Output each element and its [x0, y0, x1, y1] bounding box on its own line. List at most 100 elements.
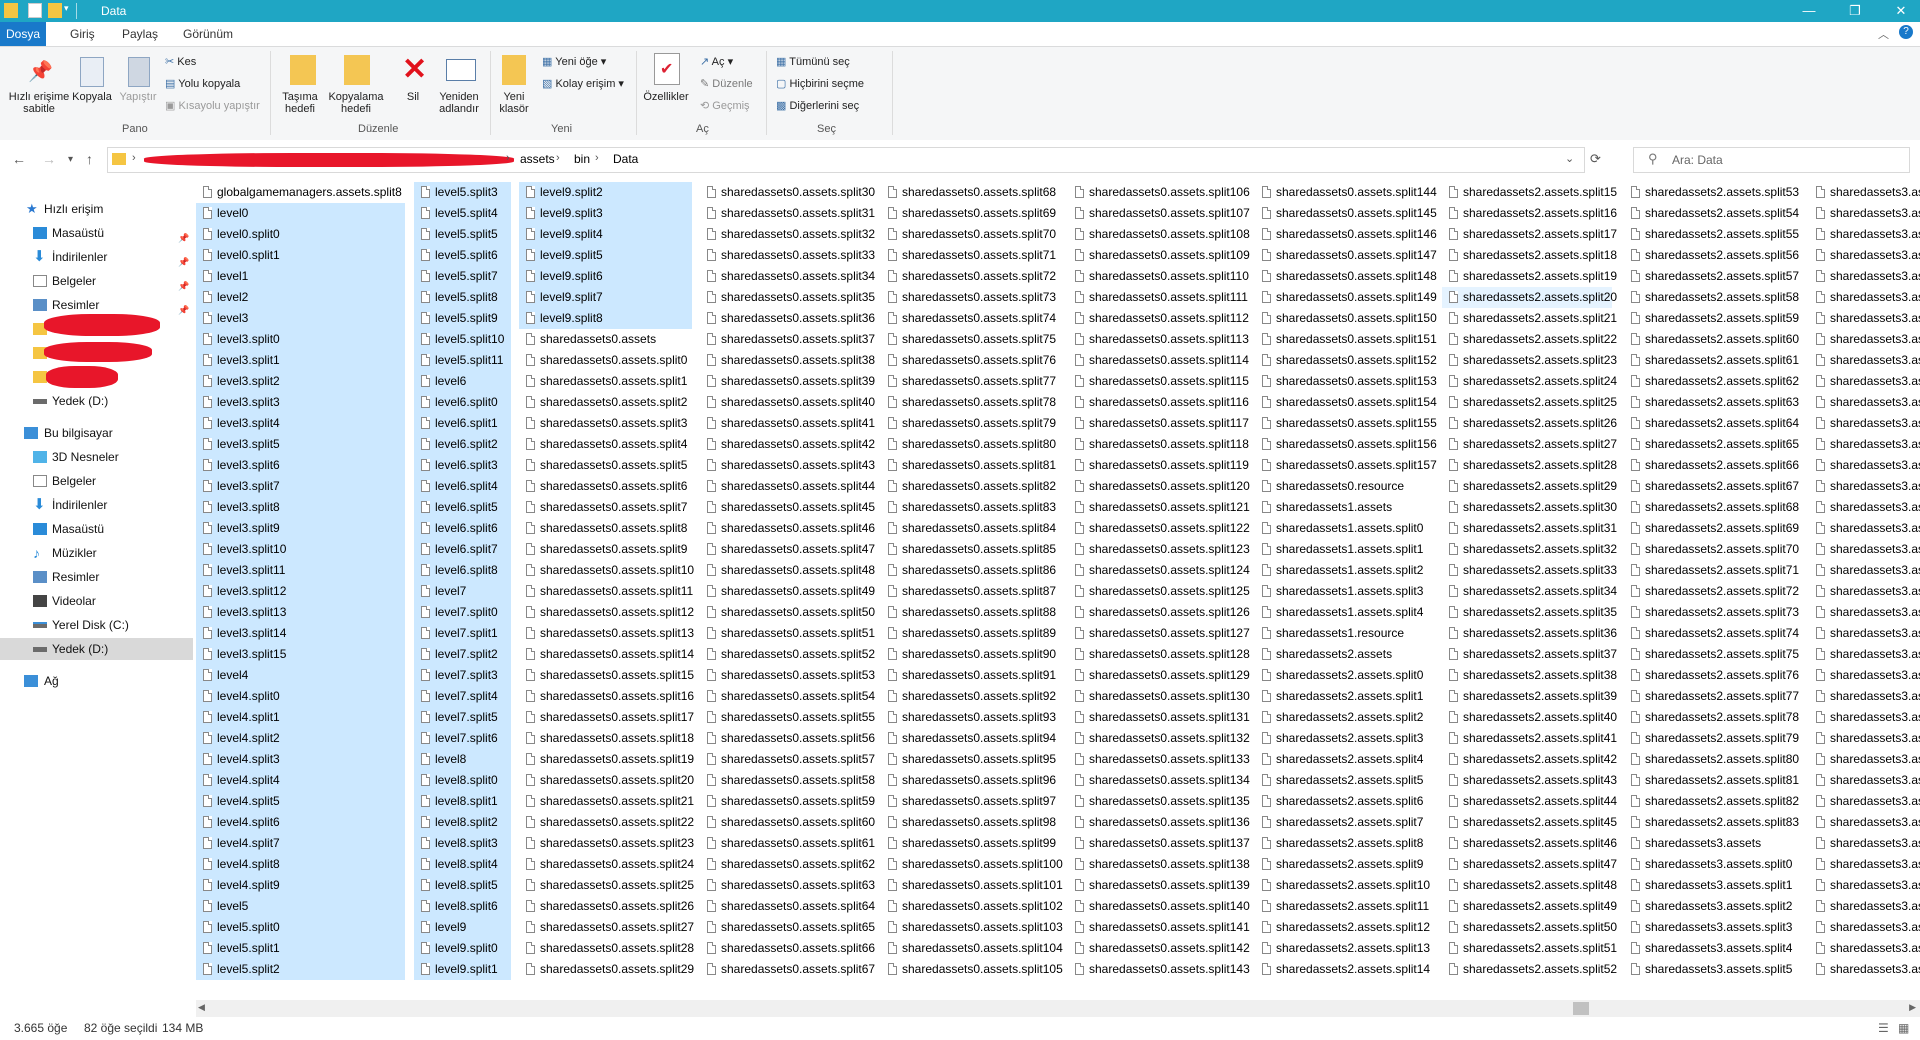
file-item[interactable]: sharedassets2.assets.split42	[1442, 749, 1617, 770]
easy-access-button[interactable]: ▧ Kolay erişim ▾	[542, 77, 624, 90]
scroll-left-icon[interactable]: ◀	[198, 1002, 205, 1013]
address-bar[interactable]: › › assets › bin › Data ⌄ ⟳	[107, 147, 1601, 173]
file-item[interactable]: sharedassets0.assets.split29	[519, 959, 694, 980]
pin-quick-access-button[interactable]: Hızlı erişime sabitle	[4, 91, 74, 115]
nav-quick-access[interactable]: ★ Hızlı erişim	[0, 198, 193, 220]
file-item[interactable]: sharedassets2.assets.split36	[1442, 623, 1617, 644]
file-item[interactable]: level9.split0	[414, 938, 511, 959]
nav-pictures[interactable]: Resimler	[0, 566, 193, 588]
file-item[interactable]: level8.split2	[414, 812, 511, 833]
file-item[interactable]: sharedassets2.assets.split45	[1442, 812, 1617, 833]
select-all-button[interactable]: ▦ Tümünü seç	[776, 55, 850, 68]
file-item[interactable]: sharedassets0.assets.split2	[519, 392, 692, 413]
new-folder-button[interactable]: Yeni klasör	[494, 91, 534, 115]
file-item[interactable]: level3.split15	[196, 644, 405, 665]
copy-button[interactable]: Kopyala	[72, 91, 112, 103]
breadcrumb-bin[interactable]: bin	[574, 152, 590, 166]
scroll-right-icon[interactable]: ▶	[1909, 1002, 1916, 1013]
search-input[interactable]: ⚲ Ara: Data	[1633, 147, 1910, 173]
nav-documents-pinned[interactable]: Belgeler 📌	[0, 270, 193, 292]
breadcrumb-data[interactable]: Data	[613, 152, 638, 166]
file-item[interactable]: sharedassets0.assets.split3	[519, 413, 692, 434]
file-item[interactable]: level3.split13	[196, 602, 405, 623]
file-item[interactable]: sharedassets0.assets.split27	[519, 917, 694, 938]
file-item[interactable]: sharedassets2.assets.split43	[1442, 770, 1617, 791]
file-item[interactable]: sharedassets2.assets.split28	[1442, 455, 1617, 476]
file-item[interactable]: level3.split10	[196, 539, 405, 560]
file-item[interactable]: level4.split9	[196, 875, 405, 896]
file-item[interactable]: sharedassets2.assets.split16	[1442, 203, 1617, 224]
new-folder-quick-icon[interactable]	[48, 3, 62, 18]
history-button[interactable]: ⟲ Geçmiş	[700, 99, 750, 112]
maximize-button[interactable]: ❐	[1832, 0, 1878, 22]
file-item[interactable]: level1	[196, 266, 405, 287]
file-item[interactable]: sharedassets2.assets.split21	[1442, 308, 1617, 329]
paste-button[interactable]: Yapıştır	[114, 91, 162, 103]
file-item[interactable]: sharedassets0.assets.split5	[519, 455, 692, 476]
file-item[interactable]: level8.split5	[414, 875, 511, 896]
file-item[interactable]: sharedassets2.assets.split32	[1442, 539, 1617, 560]
file-item[interactable]: level3.split14	[196, 623, 405, 644]
file-item[interactable]: sharedassets0.assets.split23	[519, 833, 694, 854]
file-item[interactable]: sharedassets2.assets.split49	[1442, 896, 1617, 917]
file-item[interactable]: sharedassets2.assets.split34	[1442, 581, 1617, 602]
file-item[interactable]: level5.split8	[414, 287, 511, 308]
forward-icon[interactable]: →	[42, 151, 56, 167]
file-item[interactable]: level4.split8	[196, 854, 405, 875]
file-item[interactable]: sharedassets2.assets.split31	[1442, 518, 1617, 539]
file-item[interactable]: level7.split6	[414, 728, 511, 749]
file-item[interactable]: level0.split0	[196, 224, 405, 245]
file-item[interactable]: level3.split7	[196, 476, 405, 497]
file-item[interactable]: level9.split1	[414, 959, 511, 980]
file-item[interactable]: level8.split0	[414, 770, 511, 791]
file-item[interactable]: level3.split4	[196, 413, 405, 434]
open-button[interactable]: ↗ Aç ▾	[700, 55, 733, 68]
file-item[interactable]: sharedassets0.assets.split17	[519, 707, 694, 728]
file-item[interactable]: sharedassets0.assets.split13	[519, 623, 694, 644]
file-item[interactable]: level8.split6	[414, 896, 511, 917]
file-item[interactable]: sharedassets0.assets.split26	[519, 896, 694, 917]
nav-downloads[interactable]: ⬇ İndirilenler	[0, 494, 193, 516]
file-item[interactable]: sharedassets2.assets.split17	[1442, 224, 1617, 245]
delete-button[interactable]: Sil	[398, 91, 428, 103]
file-item[interactable]: sharedassets0.assets.split0	[519, 350, 692, 371]
file-item[interactable]: level3.split8	[196, 497, 405, 518]
rename-button[interactable]: Yeniden adlandır	[434, 91, 484, 115]
file-item[interactable]: level5.split7	[414, 266, 511, 287]
file-item[interactable]: level5.split10	[414, 329, 511, 350]
file-item[interactable]: sharedassets0.assets.split25	[519, 875, 694, 896]
file-item[interactable]: level3.split9	[196, 518, 405, 539]
nav-this-pc[interactable]: Bu bilgisayar	[0, 422, 193, 444]
address-dropdown-icon[interactable]: ⌄	[1565, 152, 1574, 165]
file-item[interactable]: level8	[414, 749, 511, 770]
file-item[interactable]: level4.split6	[196, 812, 405, 833]
refresh-icon[interactable]: ⟳	[1590, 151, 1601, 167]
file-item[interactable]: sharedassets0.assets.split14	[519, 644, 694, 665]
file-item[interactable]: sharedassets2.assets.split23	[1442, 350, 1617, 371]
tab-view[interactable]: Görünüm	[175, 22, 241, 46]
file-item[interactable]: sharedassets2.assets.split48	[1442, 875, 1617, 896]
file-item[interactable]: sharedassets2.assets.split40	[1442, 707, 1617, 728]
file-item[interactable]: level6.split7	[414, 539, 511, 560]
file-item[interactable]: sharedassets2.assets.split19	[1442, 266, 1617, 287]
file-item[interactable]: level8.split3	[414, 833, 511, 854]
file-item[interactable]: sharedassets0.assets.split18	[519, 728, 694, 749]
nav-local-disk-c[interactable]: Yerel Disk (C:)	[0, 614, 193, 636]
file-item[interactable]: sharedassets2.assets.split35	[1442, 602, 1617, 623]
file-item[interactable]: level5.split11	[414, 350, 511, 371]
nav-3d-objects[interactable]: 3D Nesneler	[0, 446, 193, 468]
file-item[interactable]: level4.split5	[196, 791, 405, 812]
minimize-button[interactable]: —	[1786, 0, 1832, 22]
file-item[interactable]: sharedassets2.assets.split18	[1442, 245, 1617, 266]
file-item[interactable]: level0.split1	[196, 245, 405, 266]
file-item[interactable]: level9.split5	[519, 245, 692, 266]
file-item[interactable]: level4.split7	[196, 833, 405, 854]
paste-shortcut-button[interactable]: ▣ Kısayolu yapıştır	[165, 99, 260, 112]
file-item[interactable]: level3.split3	[196, 392, 405, 413]
edit-button[interactable]: ✎ Düzenle	[700, 77, 753, 90]
file-item[interactable]: level3.split5	[196, 434, 405, 455]
file-item[interactable]: level4.split1	[196, 707, 405, 728]
file-item[interactable]: level4	[196, 665, 405, 686]
details-view-icon[interactable]: ☰	[1878, 1021, 1889, 1035]
file-item[interactable]: sharedassets2.assets.split39	[1442, 686, 1617, 707]
